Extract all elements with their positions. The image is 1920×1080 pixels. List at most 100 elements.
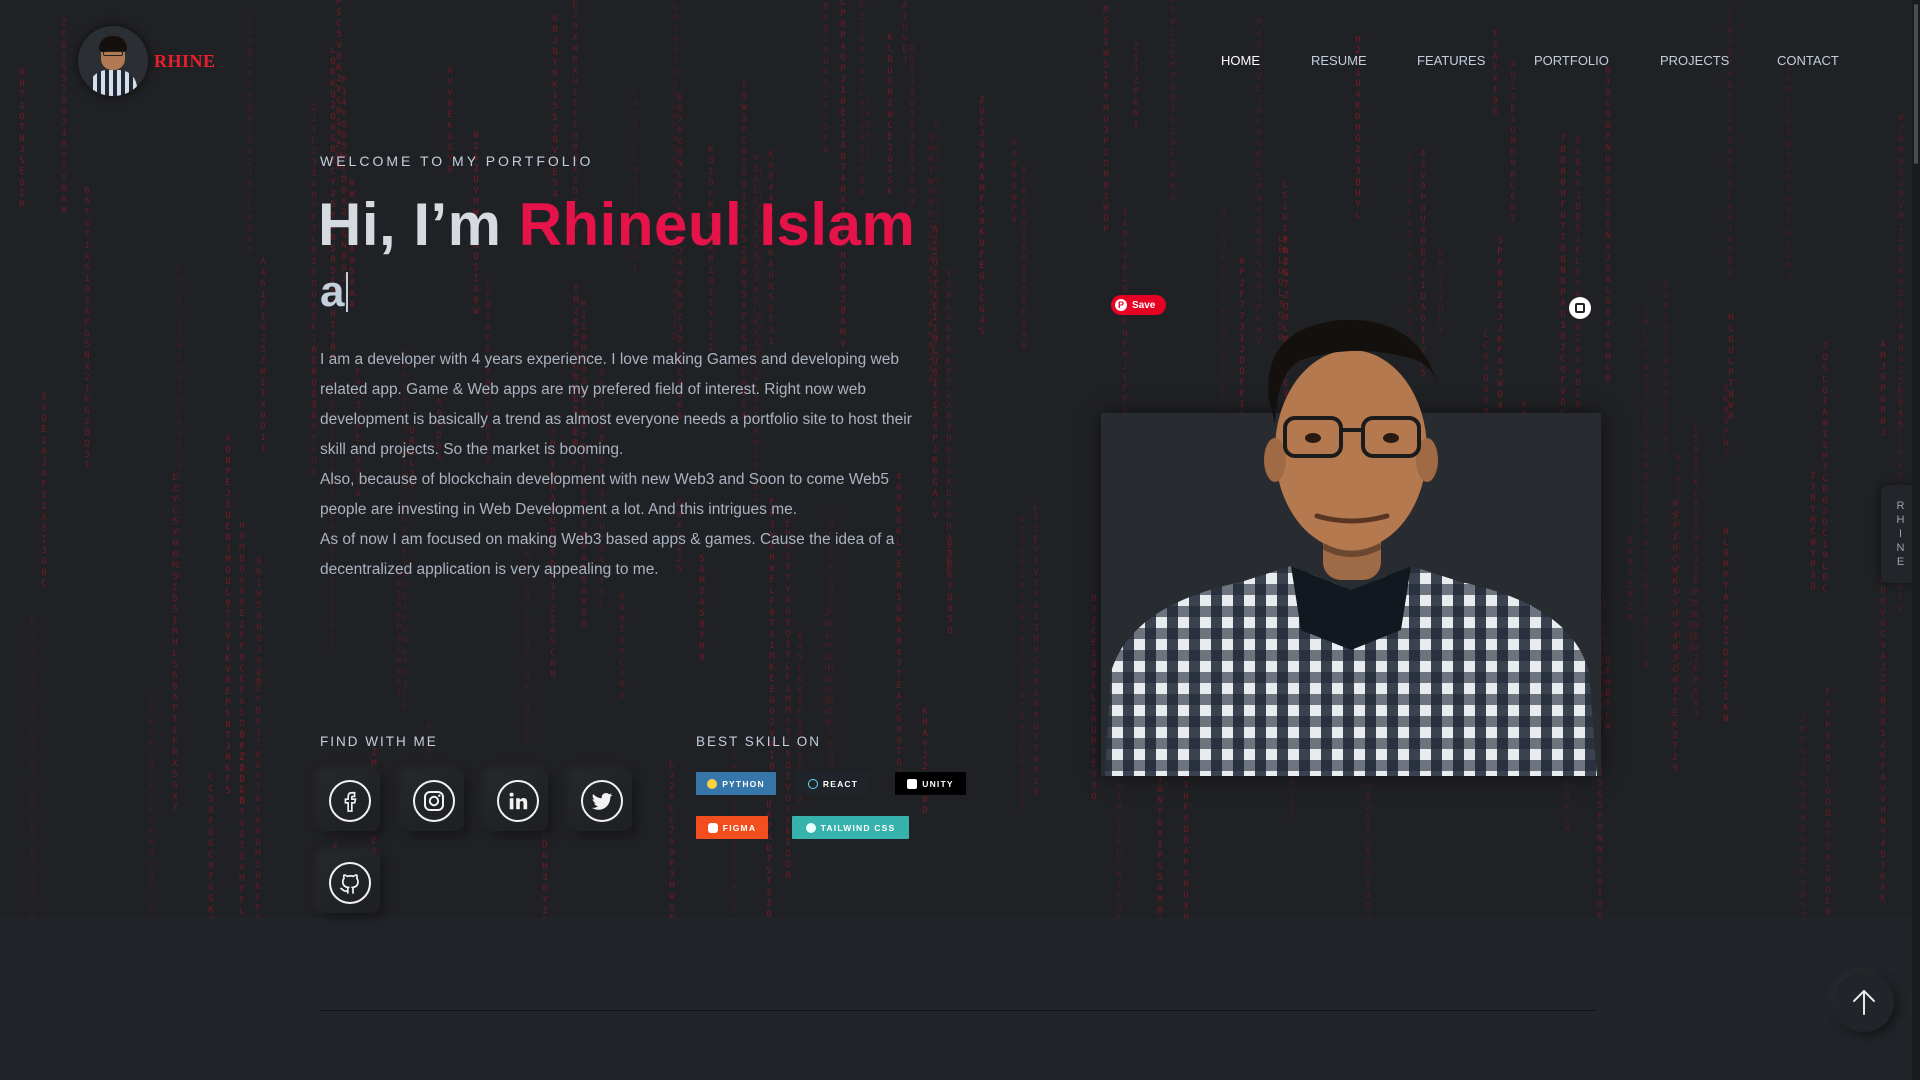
github-icon — [329, 862, 371, 904]
matrix-rain-column: 3MUA7KD7STZZ00JDNUACD8IHKKNQX850 — [764, 778, 774, 918]
matrix-rain-column: LSS0TKLTTT9Y1IEP0K96U2FPK6J — [1691, 423, 1701, 720]
nav-contact[interactable]: CONTACT — [1777, 53, 1839, 68]
matrix-rain-column: D6OT5GVVSZT5KCW1XHTXCBSUYXF5 — [932, 121, 942, 429]
bio-paragraph: As of now I am focused on making Web3 ba… — [320, 531, 895, 578]
matrix-rain-column: GKBVPNT — [1721, 384, 1731, 461]
nav-projects[interactable]: PROJECTS — [1660, 53, 1729, 68]
typed-text: a — [320, 267, 345, 316]
matrix-rain-column: 1Z38IXI9Q8LZUZ1RSCDGB5 — [245, 15, 255, 257]
matrix-rain-column: 1KMLCYHW93OXW4CALZNJ — [1784, 63, 1794, 283]
matrix-rain-column: RSF1GCWK5SH94N3CH1TEKZT29 — [1670, 500, 1680, 775]
section-divider — [320, 1010, 1596, 1011]
matrix-rain-column: CC58FUGCHFGGK78906ZAR3GC1X — [206, 773, 216, 918]
side-tab-letter: N — [1896, 542, 1905, 554]
matrix-rain-column: FRBKRCMIK2EFAWDODROA1Q0M7ZXJM — [146, 695, 156, 918]
matrix-rain-column: 0K6VO3GMP6UD — [309, 346, 319, 478]
matrix-rain-column: F84EHOVOC9AJZONGB52KFAVVHNY4B1KAK — [1878, 542, 1888, 905]
best-skill-title: BEST SKILL ON — [696, 734, 822, 749]
matrix-rain-column: T7RYMCWYP3O — [1808, 472, 1818, 593]
matrix-rain-column: 65TST1XS10JAFG5NX21FG2BQ31 — [82, 186, 92, 472]
matrix-rain-column: T7A7X19S — [1490, 30, 1500, 118]
matrix-rain-column: F3TP98B7LODB67SA2HDERWM2 — [1823, 688, 1833, 918]
matrix-rain-column: RU8S3F78OGOCZUV5 — [1661, 280, 1671, 456]
back-to-top-button[interactable] — [1834, 972, 1894, 1032]
hero-name: Rhineul Islam — [518, 191, 916, 258]
side-tab-letter: R — [1896, 500, 1905, 512]
matrix-rain-column: UEIPSC5VOK2XCRIYFUR — [334, 0, 344, 173]
page-scrollbar[interactable] — [1912, 0, 1920, 1080]
pinterest-save-button[interactable]: P Save — [1111, 295, 1166, 315]
pinterest-icon: P — [1115, 299, 1127, 311]
next-section — [0, 918, 1920, 1080]
matrix-rain-column: ZVCJG4KAMFS9KDFEGLCG4S — [977, 96, 987, 338]
find-with-me-title: FIND WITH ME — [320, 734, 438, 749]
matrix-rain-column: 3Z2BAA — [1686, 588, 1696, 654]
side-tab-letter: E — [1896, 556, 1905, 568]
twitter-icon — [581, 780, 623, 822]
matrix-rain-column: A25O4T4EI19LU6IYIPSPJR6GACV — [930, 225, 940, 522]
react-icon — [807, 778, 818, 789]
linkedin-link[interactable] — [488, 771, 548, 831]
matrix-rain-column: 6XR6YQ85O — [945, 538, 955, 637]
nav-features[interactable]: FEATURES — [1417, 53, 1485, 68]
matrix-rain-column: H0MBOX00EZFFNCEF6SQCYZ8DLB — [237, 521, 247, 807]
skill-badge-tailwind: TAILWIND CSS — [792, 816, 909, 839]
facebook-link[interactable] — [320, 771, 380, 831]
unity-icon — [907, 778, 918, 789]
matrix-rain-column: XQNPEJSUENJMOUL97SV1KVREPSNTJRKF5 — [223, 434, 233, 797]
nav-resume[interactable]: RESUME — [1311, 53, 1367, 68]
skill-badge-react: REACT — [796, 772, 870, 795]
matrix-rain-column: 9KSZONK3ZD85UILECQG4ZFBR — [857, 0, 867, 199]
matrix-rain-column: 0NWIOVCJRX — [617, 592, 627, 702]
github-link[interactable] — [320, 853, 380, 913]
matrix-rain-column: G61XEPAZW0E1 — [394, 568, 404, 700]
matrix-rain-column: JM1POHWL8KQ — [822, 609, 832, 730]
matrix-rain-column: JMFGJAGO6WEG85KVDY7FZPR3RSPRX — [1798, 714, 1808, 918]
matrix-rain-column: 69FA27J — [1686, 626, 1696, 703]
matrix-rain-column: 6W67EMZH — [1625, 536, 1635, 624]
python-icon — [707, 778, 718, 789]
matrix-rain-column: MS8IWS1RYMU3PION82WDP — [1101, 5, 1111, 236]
save-label: Save — [1132, 299, 1156, 311]
matrix-rain-column: LS1U186IG — [1280, 180, 1290, 279]
matrix-rain-column: JQSLQIAWI2M7CB0JDC19LBC — [1820, 342, 1830, 595]
twitter-link[interactable] — [572, 771, 632, 831]
matrix-rain-column: R1HL7EPFWI5DFR7VQ — [1114, 782, 1124, 918]
matrix-rain-column: ZC8ISS79UJ4RVTYNRW — [59, 19, 69, 217]
matrix-rain-column: 12YD0J7W8Y7G1AMUM5UKFFKXZ10Y — [253, 673, 263, 918]
matrix-rain-column: L22YLL7S9P3HWUN6J80KLSC7X9FTSPXAG — [667, 760, 677, 918]
matrix-rain-column: UFHBTLW — [1603, 656, 1613, 733]
hero-subtitle: WELCOME TO MY PORTFOLIO — [320, 153, 594, 169]
matrix-rain-column: 0RIW58N82ODH — [254, 557, 264, 689]
matrix-rain-column: XQ2QVGK6VV4O22BKG8SPS48F1GKXSM6N — [1363, 781, 1373, 918]
typing-cursor — [346, 272, 349, 312]
nav-portfolio[interactable]: PORTFOLIO — [1534, 53, 1609, 68]
skill-badge-python: PYTHON — [696, 772, 776, 795]
visual-search-icon[interactable] — [1569, 297, 1591, 319]
matrix-rain-column: 5GA4941U6ALWCWNK8VFYZAIELCJRTT7D — [670, 0, 680, 343]
matrix-rain-column: A461FISJ5ZWI1X0D11 — [258, 257, 268, 455]
matrix-rain-column: 9FZ25JNTVGTDXMFFLI — [237, 731, 247, 918]
instagram-link[interactable] — [404, 771, 464, 831]
scrollbar-thumb[interactable] — [1914, 4, 1918, 164]
side-tab-letter: I — [1898, 528, 1903, 540]
matrix-rain-column: EZYC5Y06MSID5IMHLS68APTIFRXSGX7 — [170, 473, 180, 814]
typed-role: a — [320, 267, 349, 317]
matrix-rain-column: 5WRYWHRRI0U84L4JFKMRZS0 — [926, 133, 936, 386]
matrix-rain-column: V5HLO6ERKPT2X83HG2SXD80HA5RB — [944, 269, 954, 577]
bio-paragraph: Also, because of blockchain development … — [320, 471, 889, 518]
matrix-rain-column: W7BMHR2MVM12R5RVDDC4BNSZ5UUAO — [1896, 113, 1906, 432]
matrix-rain-column: 819LQDPNUY82TUINXJXWL064C6HCB — [1603, 66, 1613, 385]
linkedin-icon — [497, 780, 539, 822]
matrix-rain-column: HLOULPTNWR — [1726, 313, 1736, 423]
matrix-rain-column: 211LZ31AOTF7CR20QQASKJA18OIQD — [309, 103, 319, 422]
bio-paragraph: I am a developer with 4 years experience… — [320, 351, 912, 458]
matrix-rain-column: K0Y6C49W0641DFM9859Y3S0T8TS2R — [174, 264, 184, 583]
facebook-icon — [329, 780, 371, 822]
matrix-rain-column: JMLF7W2ZJVEZ8VMMUUEO30SSVNDFN717Q — [1641, 308, 1651, 671]
matrix-rain-column: PUG4KZTD27O3PWJQGROQ707B39GE — [28, 616, 38, 918]
instagram-icon — [413, 780, 455, 822]
profile-photo — [1105, 320, 1597, 776]
matrix-rain-column: BVEJYE0R85PCD753N2QIIP — [1673, 454, 1683, 696]
nav-home[interactable]: HOME — [1221, 53, 1260, 68]
